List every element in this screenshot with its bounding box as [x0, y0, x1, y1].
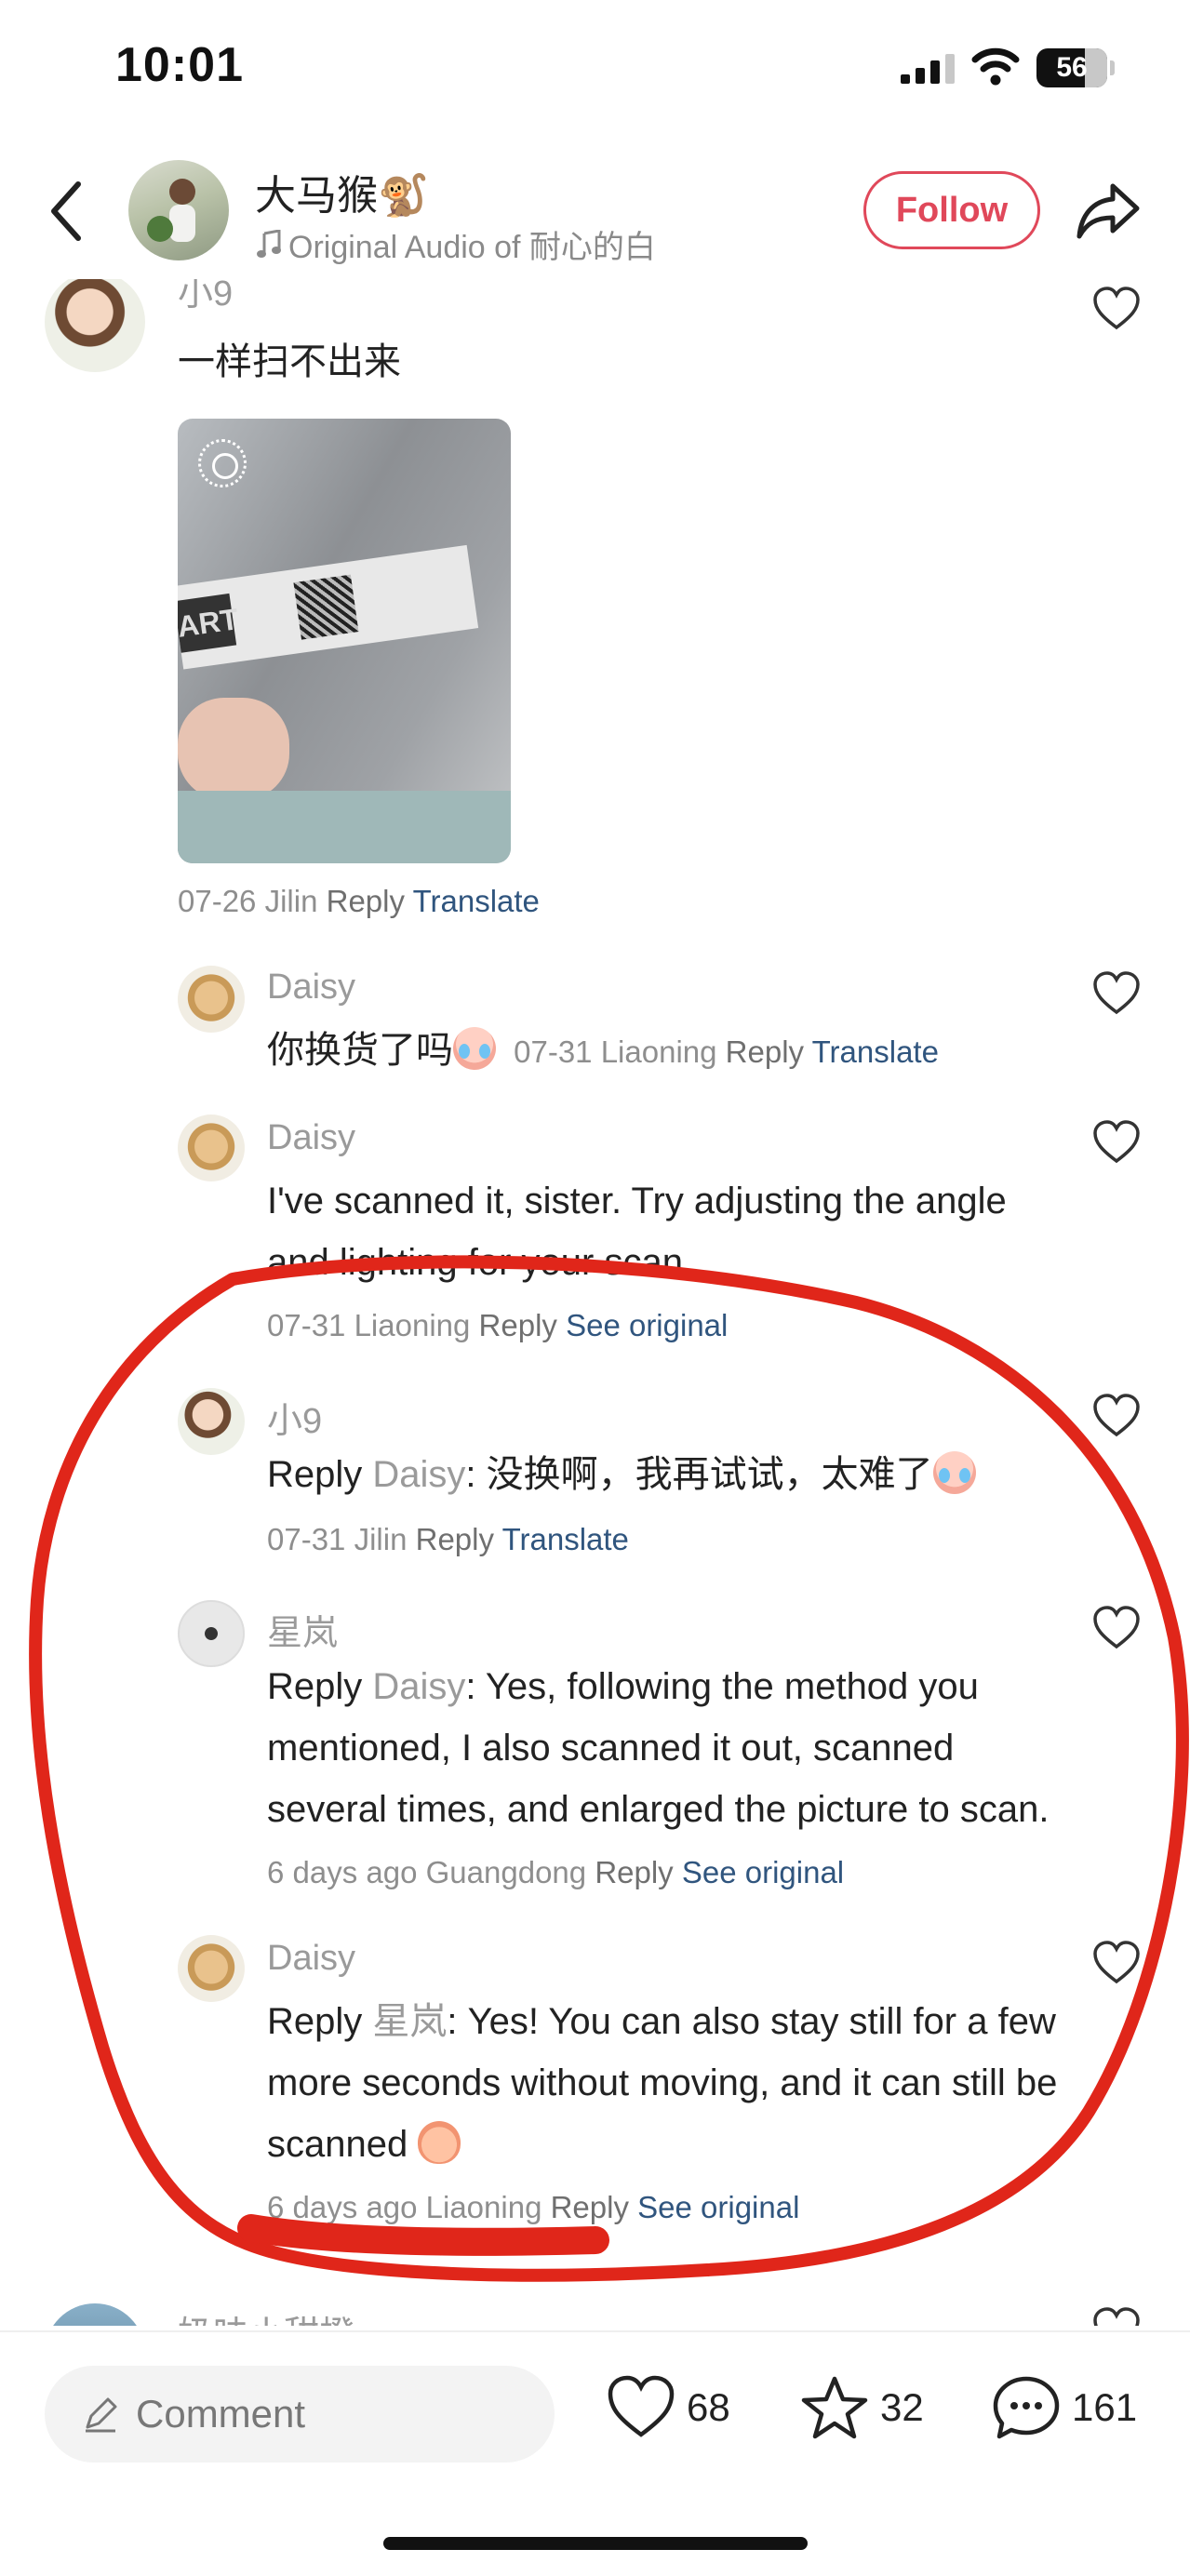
like-icon[interactable] — [1092, 1394, 1141, 1438]
pencil-icon — [86, 2397, 117, 2433]
like-icon[interactable] — [1092, 971, 1141, 1016]
author-name[interactable]: 大马猴🐒 — [255, 162, 429, 221]
comment-location: Liaoning — [425, 2190, 542, 2224]
comment-text: Reply Daisy: 没换啊，我再试试，太难了 — [267, 1444, 976, 1505]
star-icon — [801, 2376, 868, 2439]
comment-author[interactable]: 星岚 — [267, 1604, 338, 1655]
share-icon[interactable] — [1076, 180, 1141, 240]
comment-text: 你换货了吗 07-31 Liaoning Reply Translate — [267, 1020, 939, 1083]
see-original-link[interactable]: See original — [637, 2190, 799, 2224]
peach-emoji-icon — [418, 2121, 461, 2164]
comment-author[interactable]: 小9 — [178, 279, 233, 315]
battery-level: 56 — [1056, 52, 1088, 83]
battery-icon: 56 — [1036, 48, 1115, 87]
back-icon[interactable] — [47, 179, 87, 244]
comment-author[interactable]: Daisy — [267, 1939, 355, 1979]
like-count: 68 — [687, 2385, 730, 2429]
favorite-button[interactable]: 32 — [800, 2375, 924, 2440]
comment-meta: 07-31 Jilin Reply Translate — [267, 1522, 629, 1557]
like-button[interactable]: 68 — [607, 2375, 730, 2440]
favorite-count: 32 — [880, 2385, 924, 2429]
avatar[interactable] — [178, 1935, 245, 2002]
comment-location: Guangdong — [425, 1855, 587, 1889]
comment-author[interactable]: Daisy — [267, 1118, 355, 1158]
comment-image[interactable]: ART — [178, 419, 511, 863]
comment-text: Reply Daisy: Yes, following the method y… — [267, 1656, 1067, 1903]
like-icon[interactable] — [1092, 1941, 1141, 1985]
comment-author[interactable]: 奶味小甜橙 — [178, 2305, 354, 2326]
comment-body: : 没换啊，我再试试，太难了 — [465, 1454, 933, 1495]
comment-list: 小9 一样扫不出来 ART 07-26 Jilin Reply Translat… — [0, 279, 1190, 2326]
comment-author[interactable]: Daisy — [267, 968, 355, 1008]
reply-prefix: Reply — [267, 2001, 363, 2042]
like-icon[interactable] — [1092, 1120, 1141, 1165]
comment-date: 6 days ago — [267, 2190, 418, 2224]
reply-target[interactable]: Daisy — [372, 1666, 465, 1707]
comment-author[interactable]: 小9 — [267, 1392, 322, 1443]
comment-date: 07-31 — [267, 1308, 346, 1342]
comment-date: 07-26 — [178, 884, 257, 918]
reply-link[interactable]: Reply — [479, 1308, 557, 1342]
audio-info[interactable]: Original Audio of 耐心的白 — [257, 221, 656, 267]
avatar[interactable] — [178, 966, 245, 1033]
avatar[interactable] — [45, 279, 145, 372]
music-note-icon — [257, 229, 281, 258]
reply-prefix: Reply — [267, 1666, 363, 1707]
heart-icon — [608, 2375, 675, 2437]
comment-meta: 07-26 Jilin Reply Translate — [178, 884, 540, 919]
comment-location: Jilin — [354, 1522, 408, 1556]
comment-text: 一样扫不出来 — [178, 341, 401, 382]
comment-text: I've scanned it, sister. Try adjusting t… — [267, 1181, 1007, 1283]
status-bar: 10:01 56 — [0, 0, 1190, 140]
comment-date: 6 days ago — [267, 1855, 418, 1889]
comment-count: 161 — [1072, 2385, 1138, 2429]
like-icon[interactable] — [1092, 2307, 1141, 2326]
translate-link[interactable]: Translate — [502, 1522, 629, 1556]
crying-emoji-icon — [932, 1451, 976, 1494]
avatar[interactable] — [178, 1600, 245, 1667]
comment-input[interactable]: Comment — [45, 2366, 555, 2463]
comment-location: Liaoning — [354, 1308, 471, 1342]
comment-location: Jilin — [264, 884, 318, 918]
reply-link[interactable]: Reply — [416, 1522, 494, 1556]
reply-link[interactable]: Reply — [551, 2190, 629, 2224]
reply-target[interactable]: Daisy — [372, 1454, 465, 1495]
live-photo-icon — [198, 439, 247, 487]
reply-link[interactable]: Reply — [595, 1855, 673, 1889]
translate-link[interactable]: Translate — [812, 1034, 939, 1069]
comment-meta: 07-31 Liaoning Reply See original — [267, 1308, 728, 1343]
like-icon[interactable] — [1092, 287, 1141, 331]
comment-date: 07-31 — [514, 1034, 593, 1069]
reply-link[interactable]: Reply — [726, 1034, 804, 1069]
reply-prefix: Reply — [267, 1454, 363, 1495]
status-time: 10:01 — [115, 38, 244, 92]
avatar[interactable] — [178, 1388, 245, 1455]
bottom-action-bar: Comment 68 32 161 — [0, 2330, 1190, 2576]
avatar[interactable] — [45, 2303, 145, 2326]
qr-code — [293, 574, 359, 640]
audio-label: Original Audio of 耐心的白 — [288, 230, 656, 265]
comment-body: 你换货了吗 — [267, 1030, 453, 1071]
wifi-icon — [971, 47, 1020, 86]
see-original-link[interactable]: See original — [566, 1308, 728, 1342]
comment-bubble-icon — [993, 2376, 1060, 2439]
follow-button[interactable]: Follow — [863, 171, 1040, 249]
comment-placeholder: Comment — [136, 2392, 306, 2436]
reply-target[interactable]: 星岚 — [372, 2001, 447, 2042]
home-indicator[interactable] — [383, 2537, 808, 2550]
comment-location: Liaoning — [600, 1034, 717, 1069]
translate-link[interactable]: Translate — [413, 884, 540, 918]
author-avatar[interactable] — [128, 160, 229, 260]
comment-meta: 6 days ago Liaoning Reply See original — [267, 2190, 799, 2225]
comments-button[interactable]: 161 — [992, 2375, 1137, 2440]
video-header: 大马猴🐒 Original Audio of 耐心的白 Follow — [0, 149, 1190, 279]
crying-emoji-icon — [453, 1027, 496, 1070]
like-icon[interactable] — [1092, 1606, 1141, 1650]
avatar[interactable] — [178, 1114, 245, 1181]
comment-text: Reply 星岚: Yes! You can also stay still f… — [267, 1991, 1067, 2175]
comment-date: 07-31 — [267, 1522, 346, 1556]
see-original-link[interactable]: See original — [682, 1855, 844, 1889]
reply-link[interactable]: Reply — [327, 884, 405, 918]
signal-icon — [901, 54, 955, 84]
